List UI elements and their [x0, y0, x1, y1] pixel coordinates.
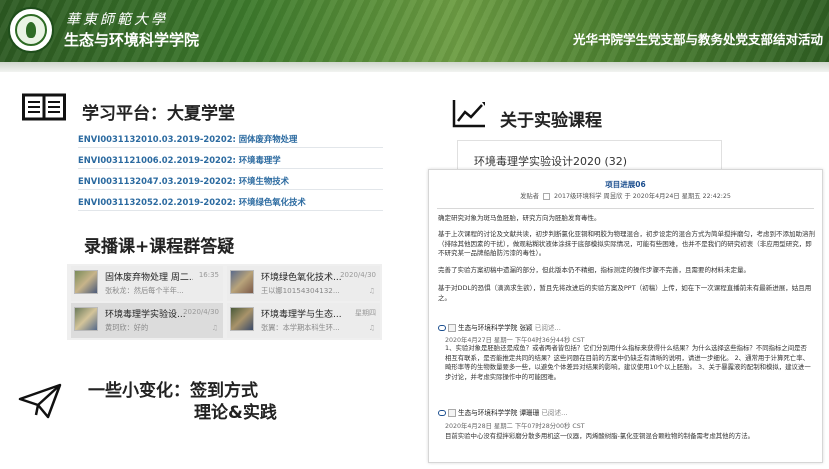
chat-preview: 张翼：本学期本科生环... — [261, 323, 340, 332]
post-title: 项目进展06 — [605, 180, 646, 189]
course-link[interactable]: ENVI0031132047.03.2019-20202: 环境生物技术 — [78, 169, 383, 190]
chat-list: 固体废弃物处理 周二... 16:35 张秋龙：然后每个半年... 环境绿色氧化… — [67, 264, 382, 340]
post-meta: 发贴者 2017级环境科学 周昱欣 于 2020年4月24日 星期五 22:42… — [429, 191, 822, 200]
header-divider — [0, 62, 829, 72]
comment-status: 已阅述... — [534, 324, 561, 332]
comment-header: 生态与环境科学学院 张颖 已阅述... — [438, 322, 561, 332]
chat-item[interactable]: 环境绿色氧化技术... 2020/4/30 王以娜10154304132... … — [227, 266, 380, 301]
post-date: 于 2020年4月24日 星期五 22:42:25 — [624, 193, 731, 200]
paper-plane-icon — [18, 383, 62, 419]
activity-title: 光华书院学生党支部与教务处党支部结对活动 — [572, 32, 823, 47]
comment-author: 生态与环境科学学院 张颖 — [458, 324, 533, 332]
university-name: 華東師範大學 — [66, 12, 168, 28]
comment-time: 2020年4月27日 星期一 下午04时36分44秒 CST — [445, 337, 585, 344]
avatar — [74, 307, 98, 331]
book-icon — [22, 92, 66, 122]
college-name: 生态与环境科学学院 — [64, 31, 200, 49]
comment-body: 1、实验对象是胚胎还是成鱼？或者两者皆包括？它们分别用什么指标来获得什么结果？为… — [445, 344, 811, 381]
avatar — [543, 192, 551, 200]
replay-title: 录播课+课程群答疑 — [84, 237, 235, 257]
comment-icon — [438, 325, 446, 331]
mute-icon: ♫ — [368, 287, 375, 295]
comment-icon — [438, 410, 446, 416]
chat-date: 2020/4/30 — [183, 308, 219, 316]
chat-date: 2020/4/30 — [340, 271, 376, 279]
chat-preview: 王以娜10154304132... — [261, 286, 340, 295]
avatar — [448, 409, 456, 417]
course-link[interactable]: ENVI0031121006.02.2019-20202: 环境毒理学 — [78, 148, 383, 169]
change-title: 一些小变化：签到方式 理论&实践 — [88, 380, 277, 424]
platform-title: 学习平台：大夏学堂 — [82, 104, 235, 124]
chat-name: 环境绿色氧化技术... — [261, 273, 342, 283]
avatar — [230, 270, 254, 294]
header-banner: 華東師範大學 生态与环境科学学院 光华书院学生党支部与教务处党支部结对活动 — [0, 0, 829, 62]
course-title: 关于实验课程 — [500, 111, 602, 131]
comment-header: 生态与环境科学学院 谭珊珊 已阅述... — [438, 407, 567, 417]
chat-name: 固体废弃物处理 周二... — [105, 273, 193, 283]
chat-preview: 张秋龙：然后每个半年... — [105, 286, 184, 295]
chat-name: 环境毒理学实验设... — [105, 310, 186, 320]
post-paragraph: 基于对DDL的恐惧（滴滴求生欲），暂且先将改进后的实验方案及PPT（初稿）上传，… — [438, 284, 812, 302]
chat-date: 16:35 — [198, 271, 219, 279]
chat-preview: 黄珂欣：好的 — [105, 323, 149, 332]
course-card-title: 环境毒理学实验设计2020 (32) — [474, 155, 628, 168]
chat-item[interactable]: 环境毒理学与生态... 星期四 张翼：本学期本科生环... ♫ — [227, 303, 380, 338]
comment-time: 2020年4月28日 星期二 下午07时28分00秒 CST — [445, 423, 585, 430]
avatar — [74, 270, 98, 294]
change-title-line2: 理论&实践 — [194, 403, 277, 423]
comment-body: 目前实验中心没有搅拌彩磨分散多用机这一仪器，丙烯酸树脂-氯化亚铜混合颗粒物的制备… — [445, 432, 755, 440]
slide: 華東師範大學 生态与环境科学学院 光华书院学生党支部与教务处党支部结对活动 学习… — [0, 0, 829, 469]
chat-item[interactable]: 环境毒理学实验设... 2020/4/30 黄珂欣：好的 ♫ — [71, 303, 223, 338]
university-logo — [8, 7, 54, 53]
avatar — [448, 324, 456, 332]
chat-name: 环境毒理学与生态... — [261, 310, 342, 320]
mute-icon: ♫ — [211, 324, 218, 332]
post-author: 2017级环境科学 周昱欣 — [554, 193, 623, 200]
comment-author: 生态与环境科学学院 谭珊珊 — [458, 409, 540, 417]
post-paragraph: 基于上次课程的讨论及文献共读，初步判断氯化亚铜和明胶为物理混合，初步设定的混合方… — [438, 230, 815, 257]
post-paragraph: 完善了实验方案初稿中遗漏的部分，但此版本仍不精细，指标测定的操作步骤不完善，且需… — [438, 266, 750, 274]
course-list: ENVI0031132010.03.2019-20202: 固体废弃物处理 EN… — [78, 127, 383, 211]
mute-icon: ♫ — [368, 324, 375, 332]
divider — [437, 208, 814, 209]
meta-prefix: 发贴者 — [520, 193, 539, 200]
change-title-line1: 一些小变化：签到方式 — [88, 381, 258, 401]
forum-post: 项目进展06 发贴者 2017级环境科学 周昱欣 于 2020年4月24日 星期… — [428, 169, 823, 463]
comment-status: 已阅述... — [541, 409, 568, 417]
course-link[interactable]: ENVI0031132052.02.2019-20202: 环境绿色氧化技术 — [78, 190, 383, 211]
course-link[interactable]: ENVI0031132010.03.2019-20202: 固体废弃物处理 — [78, 127, 383, 148]
avatar — [230, 307, 254, 331]
chat-item[interactable]: 固体废弃物处理 周二... 16:35 张秋龙：然后每个半年... — [71, 266, 223, 301]
post-paragraph: 确定研究对象为斑马鱼胚胎，研究方向为胚胎发育毒性。 — [438, 214, 601, 222]
line-chart-icon — [452, 98, 486, 128]
chat-date: 星期四 — [355, 309, 376, 317]
